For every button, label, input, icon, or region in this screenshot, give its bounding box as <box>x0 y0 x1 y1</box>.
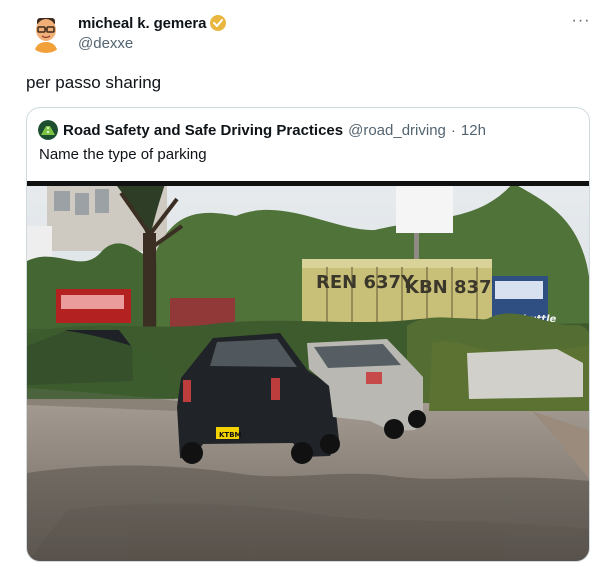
parking-photo[interactable]: REN 637Y KBN 837V CityShuttle <box>27 181 589 561</box>
separator-dot: · <box>450 121 456 139</box>
more-options-icon[interactable]: ··· <box>570 12 592 30</box>
author-block: micheal k. gemera <box>78 14 227 32</box>
tweet-card: micheal k. gemera @dexxe ··· per passo s… <box>0 0 614 570</box>
verified-badge-icon <box>209 14 227 32</box>
truck-marking-1: REN 637Y <box>316 272 415 293</box>
author-handle[interactable]: @dexxe <box>78 35 133 52</box>
parking-scene: REN 637Y KBN 837V CityShuttle <box>27 181 589 561</box>
quoted-timestamp[interactable]: 12h <box>461 122 486 139</box>
license-plate: KTBM <box>219 431 242 439</box>
quoted-author-handle[interactable]: @road_driving <box>348 122 446 139</box>
tweet-text: per passo sharing <box>26 73 162 92</box>
quoted-tweet-header: Road Safety and Safe Driving Practices @… <box>38 120 486 140</box>
avatar-cartoon-icon <box>26 13 66 53</box>
photo-top-border <box>27 181 589 186</box>
road-logo-icon[interactable] <box>38 120 58 140</box>
author-name[interactable]: micheal k. gemera <box>78 15 206 32</box>
quoted-author-name[interactable]: Road Safety and Safe Driving Practices <box>63 122 343 139</box>
truck-marking-2: KBN 837V <box>405 277 506 298</box>
author-avatar[interactable] <box>26 13 66 53</box>
quoted-tweet-text: Name the type of parking <box>39 146 207 163</box>
quoted-tweet[interactable]: Road Safety and Safe Driving Practices @… <box>26 107 590 562</box>
